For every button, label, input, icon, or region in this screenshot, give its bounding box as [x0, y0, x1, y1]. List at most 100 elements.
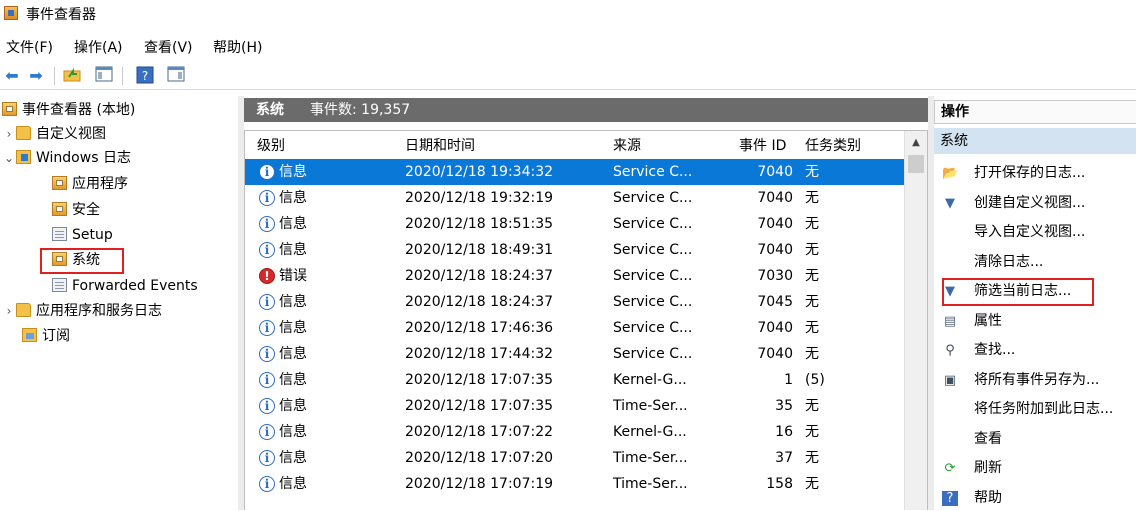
chevron-right-icon[interactable]: › [2, 122, 16, 146]
level-cell: 信息 [279, 424, 307, 440]
scroll-up-icon[interactable]: ▲ [905, 137, 927, 148]
table-row[interactable]: i 信息 2020/12/18 17:07:35 Time-Ser... 35 无 [245, 393, 905, 419]
tree-item-application[interactable]: 应用程序 [52, 172, 128, 196]
tree-item-setup[interactable]: Setup [52, 223, 113, 247]
info-icon: i [259, 372, 275, 388]
vertical-scrollbar[interactable]: ▲ [904, 131, 927, 510]
tree-item-subscriptions[interactable]: 订阅 [22, 324, 70, 348]
column-level[interactable]: 级别 [257, 135, 285, 155]
table-row[interactable]: i 信息 2020/12/18 17:07:19 Time-Ser... 158 无 [245, 471, 905, 497]
column-source[interactable]: 来源 [613, 135, 641, 155]
source-cell: Service C... [613, 346, 693, 362]
source-cell: Service C... [613, 216, 693, 232]
event-id-cell: 37 [775, 450, 793, 466]
show-hide-tree-icon[interactable] [94, 66, 114, 86]
level-cell: 信息 [279, 346, 307, 362]
level-cell: 错误 [279, 268, 307, 284]
source-cell: Kernel-G... [613, 372, 687, 388]
log-icon [52, 176, 67, 190]
back-icon[interactable]: ⬅ [2, 66, 22, 86]
forward-icon[interactable]: ➡ [26, 66, 46, 86]
error-icon: ! [259, 268, 275, 284]
action-label: 将所有事件另存为... [974, 372, 1100, 388]
table-row[interactable]: ! 错误 2020/12/18 18:24:37 Service C... 7030 无 [245, 263, 905, 289]
action-label: 属性 [974, 313, 1002, 329]
chevron-right-icon[interactable]: › [2, 299, 16, 323]
action-item[interactable]: ▤ 属性 [934, 308, 1136, 334]
info-icon: i [259, 164, 275, 180]
table-row[interactable]: i 信息 2020/12/18 19:32:19 Service C... 7040 无 [245, 185, 905, 211]
menu-view[interactable]: 查看(V) [144, 37, 193, 57]
tree-item-forwarded-events[interactable]: Forwarded Events [52, 274, 198, 298]
column-datetime[interactable]: 日期和时间 [405, 135, 475, 155]
action-item[interactable]: 清除日志... [934, 249, 1136, 275]
source-cell: Service C... [613, 268, 693, 284]
table-row[interactable]: i 信息 2020/12/18 17:46:36 Service C... 7040 无 [245, 315, 905, 341]
refresh-icon: ⟳ [944, 461, 956, 476]
tree-item-label: 安全 [72, 202, 100, 218]
table-row[interactable]: i 信息 2020/12/18 18:24:37 Service C... 7045 无 [245, 289, 905, 315]
action-item[interactable]: 📂 打开保存的日志... [934, 160, 1136, 186]
column-event-id[interactable]: 事件 ID [739, 135, 786, 155]
task-cell: 无 [805, 242, 819, 258]
table-row[interactable]: i 信息 2020/12/18 18:51:35 Service C... 7040 无 [245, 211, 905, 237]
tree-item-root[interactable]: 事件查看器 (本地) [2, 98, 135, 122]
help-icon: ? [942, 491, 958, 506]
action-item[interactable]: 将任务附加到此日志... [934, 396, 1136, 422]
action-item[interactable]: ▼ 创建自定义视图... [934, 190, 1136, 216]
datetime-cell: 2020/12/18 17:44:32 [405, 346, 554, 362]
scroll-thumb[interactable] [908, 155, 924, 173]
table-row[interactable]: i 信息 2020/12/18 17:44:32 Service C... 7040 无 [245, 341, 905, 367]
event-id-cell: 7040 [757, 346, 793, 362]
action-item[interactable]: ⚲ 查找... [934, 337, 1136, 363]
menu-action[interactable]: 操作(A) [74, 37, 123, 57]
table-row[interactable]: i 信息 2020/12/18 17:07:20 Time-Ser... 37 无 [245, 445, 905, 471]
level-cell: 信息 [279, 242, 307, 258]
svg-text:?: ? [142, 69, 148, 83]
datetime-cell: 2020/12/18 19:34:32 [405, 164, 554, 180]
help-icon[interactable]: ? [135, 66, 155, 86]
title-bar: 事件查看器 [0, 0, 1136, 28]
table-row[interactable]: i 信息 2020/12/18 17:07:35 Kernel-G... 1 (5) [245, 367, 905, 393]
folder-up-icon[interactable] [62, 66, 82, 86]
table-row[interactable]: i 信息 2020/12/18 19:34:32 Service C... 7040 无 [245, 159, 905, 185]
tree-item-app-service-logs[interactable]: › 应用程序和服务日志 [2, 299, 162, 323]
tree-item-security[interactable]: 安全 [52, 198, 100, 222]
menu-file[interactable]: 文件(F) [6, 37, 53, 57]
action-label: 导入自定义视图... [974, 224, 1086, 240]
action-item[interactable]: 导入自定义视图... [934, 219, 1136, 245]
tree-item-custom-views[interactable]: › 自定义视图 [2, 122, 106, 146]
show-action-pane-icon[interactable] [166, 66, 186, 86]
datetime-cell: 2020/12/18 19:32:19 [405, 190, 554, 206]
datetime-cell: 2020/12/18 18:24:37 [405, 268, 554, 284]
action-item[interactable]: ▣ 将所有事件另存为... [934, 367, 1136, 393]
actions-section-system[interactable]: 系统 [934, 128, 1136, 154]
table-row[interactable]: i 信息 2020/12/18 17:07:22 Kernel-G... 16 无 [245, 419, 905, 445]
actions-header: 操作 [934, 100, 1136, 124]
event-id-cell: 7040 [757, 190, 793, 206]
datetime-cell: 2020/12/18 18:24:37 [405, 294, 554, 310]
action-label: 查找... [974, 342, 1016, 358]
action-item[interactable]: ⟳ 刷新 [934, 455, 1136, 481]
menu-help[interactable]: 帮助(H) [213, 37, 262, 57]
open-folder-icon: 📂 [942, 166, 959, 181]
level-cell: 信息 [279, 164, 307, 180]
action-label: 清除日志... [974, 254, 1044, 270]
log-name: 系统 [256, 102, 284, 118]
column-task[interactable]: 任务类别 [805, 135, 861, 155]
tree-item-windows-logs[interactable]: ⌄ Windows 日志 [2, 146, 131, 170]
windows-folder-icon [16, 150, 31, 164]
source-cell: Service C... [613, 164, 693, 180]
event-id-cell: 7040 [757, 242, 793, 258]
event-id-cell: 7040 [757, 320, 793, 336]
table-row[interactable]: i 信息 2020/12/18 18:49:31 Service C... 7040 无 [245, 237, 905, 263]
task-cell: 无 [805, 268, 819, 284]
highlight-box-filter-log [942, 278, 1094, 306]
action-item[interactable]: 查看 [934, 426, 1136, 452]
event-id-cell: 35 [775, 398, 793, 414]
chevron-down-icon[interactable]: ⌄ [2, 146, 16, 170]
subscription-icon [22, 328, 37, 342]
level-cell: 信息 [279, 190, 307, 206]
toolbar-separator [54, 67, 55, 85]
action-item[interactable]: ? 帮助 [934, 485, 1136, 511]
